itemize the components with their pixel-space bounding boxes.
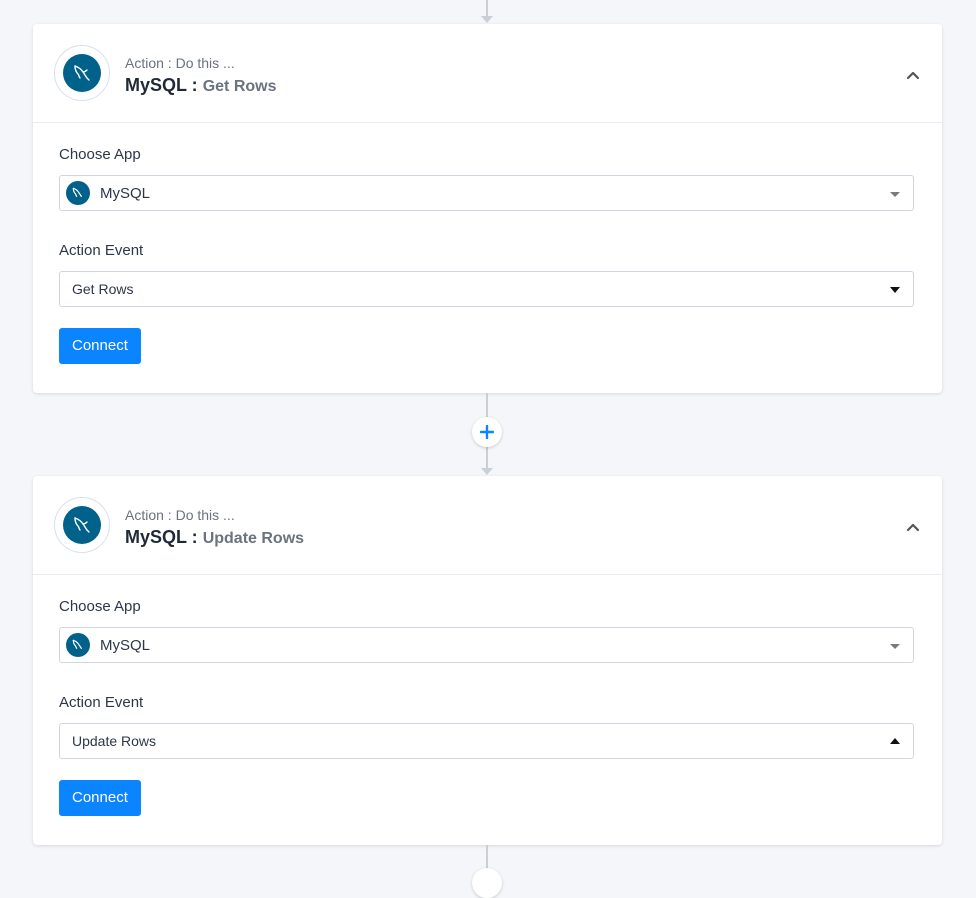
step-title: MySQL : Get Rows — [125, 75, 277, 96]
connect-button[interactable]: Connect — [59, 328, 141, 364]
step-header[interactable]: Action : Do this ... MySQL : Update Rows — [33, 476, 942, 575]
choose-app-label: Choose App — [59, 598, 141, 615]
chevron-up-icon — [906, 71, 920, 80]
step-body: Choose App MySQL Action Event Get Rows C… — [33, 123, 942, 404]
mysql-logo-icon — [63, 54, 101, 92]
step-app-title: MySQL : — [125, 75, 198, 95]
caret-down-icon — [890, 287, 900, 293]
mysql-logo-icon — [66, 633, 90, 657]
plus-icon — [480, 425, 494, 439]
action-event-label: Action Event — [59, 242, 144, 259]
selected-app-value: MySQL — [100, 184, 151, 202]
step-title: MySQL : Update Rows — [125, 527, 304, 548]
action-step-card-1: Action : Do this ... MySQL : Get Rows Ch… — [33, 24, 942, 393]
dropdown-caret-icon — [890, 644, 900, 649]
collapse-button[interactable] — [902, 516, 924, 538]
mysql-logo-icon — [63, 506, 101, 544]
flow-arrow-top — [481, 16, 493, 23]
step-app-title: MySQL : — [125, 527, 198, 547]
step-body: Choose App MySQL Action Event Update Row… — [33, 575, 942, 856]
flow-connector-top — [486, 0, 488, 16]
action-event-label: Action Event — [59, 694, 144, 711]
dropdown-caret-icon — [890, 192, 900, 197]
add-step-button-bottom[interactable] — [472, 868, 502, 898]
action-step-card-2: Action : Do this ... MySQL : Update Rows… — [33, 476, 942, 845]
step-type-label: Action : Do this ... — [125, 507, 235, 523]
step-event-title: Update Rows — [202, 530, 305, 547]
action-event-select[interactable]: Get Rows — [59, 271, 914, 307]
choose-app-select[interactable]: MySQL — [59, 175, 914, 211]
connect-button[interactable]: Connect — [59, 780, 141, 816]
choose-app-label: Choose App — [59, 146, 141, 163]
step-header[interactable]: Action : Do this ... MySQL : Get Rows — [33, 24, 942, 123]
mysql-logo-icon — [66, 181, 90, 205]
step-type-label: Action : Do this ... — [125, 55, 235, 71]
step-event-title: Get Rows — [202, 78, 277, 95]
app-logo-ring — [54, 45, 110, 101]
action-event-select[interactable]: Update Rows — [59, 723, 914, 759]
selected-app-value: MySQL — [100, 636, 151, 654]
app-logo-ring — [54, 497, 110, 553]
choose-app-select[interactable]: MySQL — [59, 627, 914, 663]
add-step-button[interactable] — [472, 417, 502, 447]
flow-arrow-middle — [481, 468, 493, 475]
chevron-up-icon — [906, 523, 920, 532]
caret-up-icon — [890, 738, 900, 744]
selected-event-value: Update Rows — [72, 733, 157, 749]
collapse-button[interactable] — [902, 64, 924, 86]
selected-event-value: Get Rows — [72, 281, 134, 297]
